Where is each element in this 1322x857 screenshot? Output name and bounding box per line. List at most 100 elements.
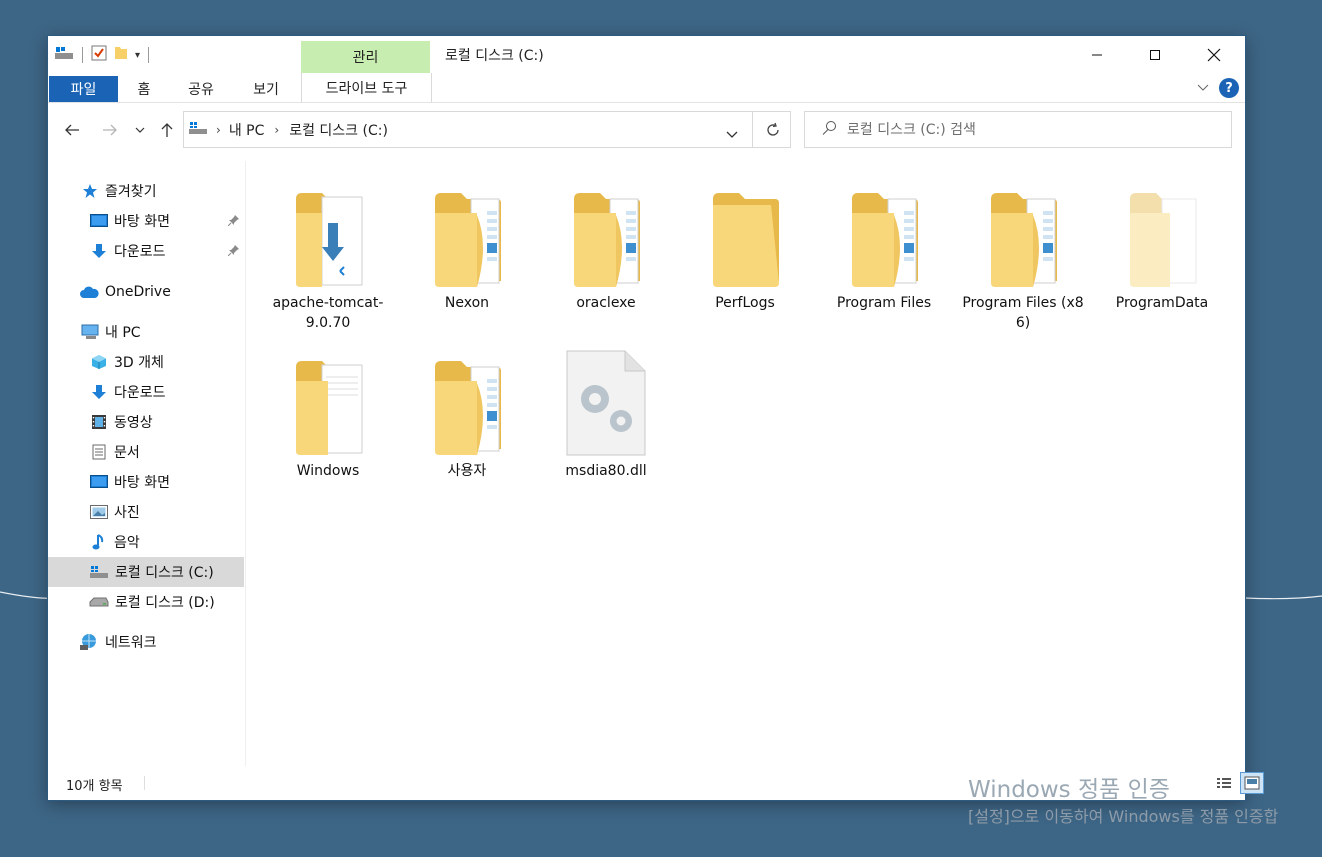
arrow-right-icon xyxy=(103,124,117,136)
folder-icon xyxy=(417,345,517,457)
tab-share[interactable]: 공유 xyxy=(178,76,224,102)
cloud-icon xyxy=(79,283,99,301)
navigation-pane: 즐겨찾기 바탕 화면 다운로드 OneDrive 내 PC 3D 개체 다운로드 xyxy=(48,161,245,766)
sidebar-item-label: 로컬 디스크 (C:) xyxy=(115,565,214,581)
address-history-button[interactable] xyxy=(726,124,738,143)
breadcrumb-chevron-icon[interactable]: › xyxy=(216,123,221,137)
sidebar-item-label: OneDrive xyxy=(105,284,171,300)
search-box[interactable] xyxy=(804,111,1232,148)
sidebar-item-label: 로컬 디스크 (D:) xyxy=(115,595,215,611)
title-bar: ▾ 관리 로컬 디스크 (C:) xyxy=(48,36,1245,73)
close-icon xyxy=(1207,48,1221,61)
window-title: 로컬 디스크 (C:) xyxy=(445,48,544,64)
sidebar-item-network[interactable]: 네트워크 xyxy=(48,627,244,657)
minimize-button[interactable] xyxy=(1068,36,1126,73)
sidebar-item-music[interactable]: 음악 xyxy=(48,527,244,557)
file-item[interactable]: msdia80.dll xyxy=(541,345,671,505)
search-input[interactable] xyxy=(845,120,1229,139)
folder-item[interactable]: Nexon xyxy=(402,177,532,337)
up-button[interactable] xyxy=(156,117,178,143)
large-icons-view-icon xyxy=(1244,776,1260,790)
tab-home[interactable]: 홈 xyxy=(126,76,162,102)
folder-item[interactable]: oraclexe xyxy=(541,177,671,337)
search-icon xyxy=(821,120,837,140)
sidebar-item-quick-access[interactable]: 즐겨찾기 xyxy=(48,176,244,206)
sidebar-item-local-disk-c[interactable]: 로컬 디스크 (C:) xyxy=(48,557,244,587)
sidebar-item-3d-objects[interactable]: 3D 개체 xyxy=(48,347,244,377)
recent-locations-button[interactable] xyxy=(132,117,148,143)
folder-item[interactable]: Windows xyxy=(263,345,393,505)
sidebar-item-local-disk-d[interactable]: 로컬 디스크 (D:) xyxy=(48,587,244,617)
breadcrumb-this-pc[interactable]: 내 PC xyxy=(229,120,265,140)
folder-item[interactable]: Program Files xyxy=(819,177,949,337)
sidebar-item-downloads[interactable]: 다운로드 xyxy=(48,377,244,407)
activation-watermark-title: Windows 정품 인증 xyxy=(968,777,1170,803)
details-view-button[interactable] xyxy=(1212,772,1236,794)
folder-item[interactable]: 사용자 xyxy=(402,345,532,505)
address-bar[interactable]: › 내 PC › 로컬 디스크 (C:) xyxy=(183,111,791,148)
folder-item[interactable]: ProgramData xyxy=(1097,177,1227,337)
drive-icon xyxy=(89,593,109,611)
cube-icon xyxy=(90,353,108,371)
view-toggle xyxy=(1212,772,1264,794)
sidebar-item-downloads-pinned[interactable]: 다운로드 xyxy=(48,236,244,266)
new-folder-icon[interactable] xyxy=(113,45,129,65)
sidebar-item-desktop[interactable]: 바탕 화면 xyxy=(48,467,244,497)
sidebar-item-pictures[interactable]: 사진 xyxy=(48,497,244,527)
tab-view[interactable]: 보기 xyxy=(243,76,289,102)
status-divider xyxy=(144,776,145,790)
pin-icon[interactable] xyxy=(227,244,240,260)
item-name: PerfLogs xyxy=(715,295,775,311)
refresh-button[interactable] xyxy=(752,111,792,148)
chevron-down-icon xyxy=(726,131,738,138)
maximize-button[interactable] xyxy=(1126,36,1184,73)
folder-icon xyxy=(1112,177,1212,289)
desktop-icon xyxy=(90,212,108,230)
close-button[interactable] xyxy=(1185,36,1243,73)
customize-dropdown-icon[interactable]: ▾ xyxy=(135,50,140,61)
folder-item[interactable]: Program Files (x86) xyxy=(958,177,1088,337)
help-icon[interactable]: ? xyxy=(1219,78,1239,98)
tab-file[interactable]: 파일 xyxy=(49,76,118,102)
large-icons-view-button[interactable] xyxy=(1240,772,1264,794)
music-icon xyxy=(90,533,108,551)
item-name: msdia80.dll xyxy=(565,463,647,479)
item-name: ProgramData xyxy=(1115,295,1209,311)
drive-windows-icon xyxy=(188,120,208,140)
chevron-down-icon xyxy=(135,127,145,133)
back-button[interactable] xyxy=(60,117,84,143)
sidebar-item-label: 즐겨찾기 xyxy=(105,184,157,200)
pin-icon[interactable] xyxy=(227,214,240,230)
folder-icon xyxy=(695,177,795,289)
forward-button[interactable] xyxy=(98,117,122,143)
picture-icon xyxy=(90,503,108,521)
drive-windows-icon xyxy=(89,563,109,581)
app-drive-icon[interactable] xyxy=(54,45,74,65)
quick-access-toolbar: ▾ xyxy=(54,45,151,65)
folder-icon xyxy=(417,177,517,289)
properties-icon[interactable] xyxy=(91,45,107,65)
manage-context-tab[interactable]: 관리 xyxy=(301,41,430,73)
folder-item[interactable]: PerfLogs xyxy=(680,177,810,337)
computer-icon xyxy=(81,323,99,341)
sidebar-item-this-pc[interactable]: 내 PC xyxy=(48,317,244,347)
desktop-icon xyxy=(90,473,108,491)
ribbon-controls: ? xyxy=(1197,78,1239,98)
breadcrumb-local-disk[interactable]: 로컬 디스크 (C:) xyxy=(289,120,388,140)
folder-icon xyxy=(834,177,934,289)
sidebar-item-onedrive[interactable]: OneDrive xyxy=(48,277,244,307)
breadcrumb-chevron-icon[interactable]: › xyxy=(274,123,279,137)
folder-item[interactable]: apache-tomcat-9.0.70 xyxy=(263,177,393,337)
navigation-bar: › 내 PC › 로컬 디스크 (C:) xyxy=(48,111,1245,151)
tab-drive-tools[interactable]: 드라이브 도구 xyxy=(301,73,432,102)
sidebar-item-label: 음악 xyxy=(114,535,140,551)
sidebar-item-label: 사진 xyxy=(114,505,140,521)
expand-ribbon-icon[interactable] xyxy=(1197,81,1209,95)
sidebar-item-desktop-pinned[interactable]: 바탕 화면 xyxy=(48,206,244,236)
sidebar-item-documents[interactable]: 문서 xyxy=(48,437,244,467)
item-name: Windows xyxy=(296,463,360,479)
sidebar-item-videos[interactable]: 동영상 xyxy=(48,407,244,437)
star-icon xyxy=(81,182,99,200)
pane-divider[interactable] xyxy=(245,161,246,766)
item-name: 사용자 xyxy=(447,463,487,479)
